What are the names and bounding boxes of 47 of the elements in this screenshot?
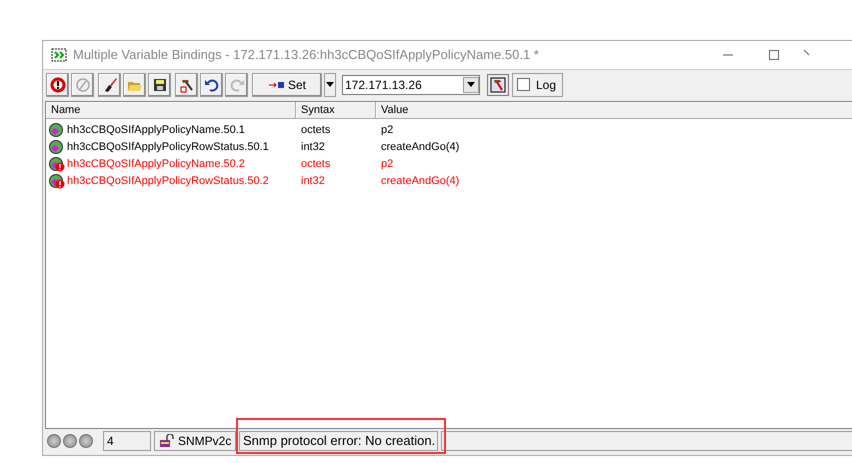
caret-icon [467,82,475,87]
hammer-button[interactable] [175,72,198,96]
node-icon [48,140,65,155]
set-button[interactable]: Set [252,72,322,96]
column-header[interactable]: Value [376,102,852,119]
status-light [79,434,93,448]
status-message: Snmp protocol error: No creation. [239,431,438,451]
column-header[interactable]: Name [46,102,296,119]
table-cell: createAndGo(4) [381,175,460,188]
column-header[interactable]: Syntax [296,102,376,119]
arrow-to-square-icon [268,80,284,88]
hammer-icon [490,76,506,92]
set-dropdown-button[interactable] [324,72,336,96]
table-cell-text: hh3cCBQoSIfApplyPolicyRowStatus.50.1 [67,140,269,156]
save-button[interactable] [148,72,171,96]
table-cell: int32 [301,175,325,188]
lock-icon [159,434,175,448]
table-cell-text: hh3cCBQoSIfApplyPolicyRowStatus.50.2 [67,174,269,190]
protocol-version: SNMPv2c [178,433,232,450]
undo-button[interactable] [200,72,223,96]
brush-button[interactable] [98,72,121,96]
table-cell-text: hh3cCBQoSIfApplyPolicyName.50.2 [67,157,245,172]
app-icon [51,48,67,62]
table-cell: createAndGo(4) [381,141,460,154]
save-icon [152,76,168,92]
error-node-icon [48,157,65,172]
table-cell: int32 [301,141,325,154]
status-light [47,434,61,448]
table-cell: octets [301,158,330,170]
undo-icon [204,76,220,92]
error-node-icon [48,174,65,189]
window-title: Multiple Variable Bindings - 172.171.13.26:hh3cCBQoSIfApplyPolicyName.50.1 * [73,46,539,64]
node-icon [48,123,65,138]
stop-icon [74,76,90,92]
table-cell: p2 [381,158,394,170]
mib-tool-button[interactable] [487,74,509,96]
refresh-button[interactable] [46,72,69,96]
table-cell-text: hh3cCBQoSIfApplyPolicyName.50.1 [67,123,245,138]
caret-icon [326,82,334,87]
agent-address-combo[interactable]: 172.171.13.26 [342,74,480,94]
count-field: 4 [103,431,151,451]
log-checkbox[interactable]: Log [512,72,564,96]
refresh-icon [50,76,66,92]
redo-icon [228,76,244,92]
status-light [63,434,77,448]
table-cell: octets [301,124,330,136]
table-cell: p2 [381,124,394,136]
